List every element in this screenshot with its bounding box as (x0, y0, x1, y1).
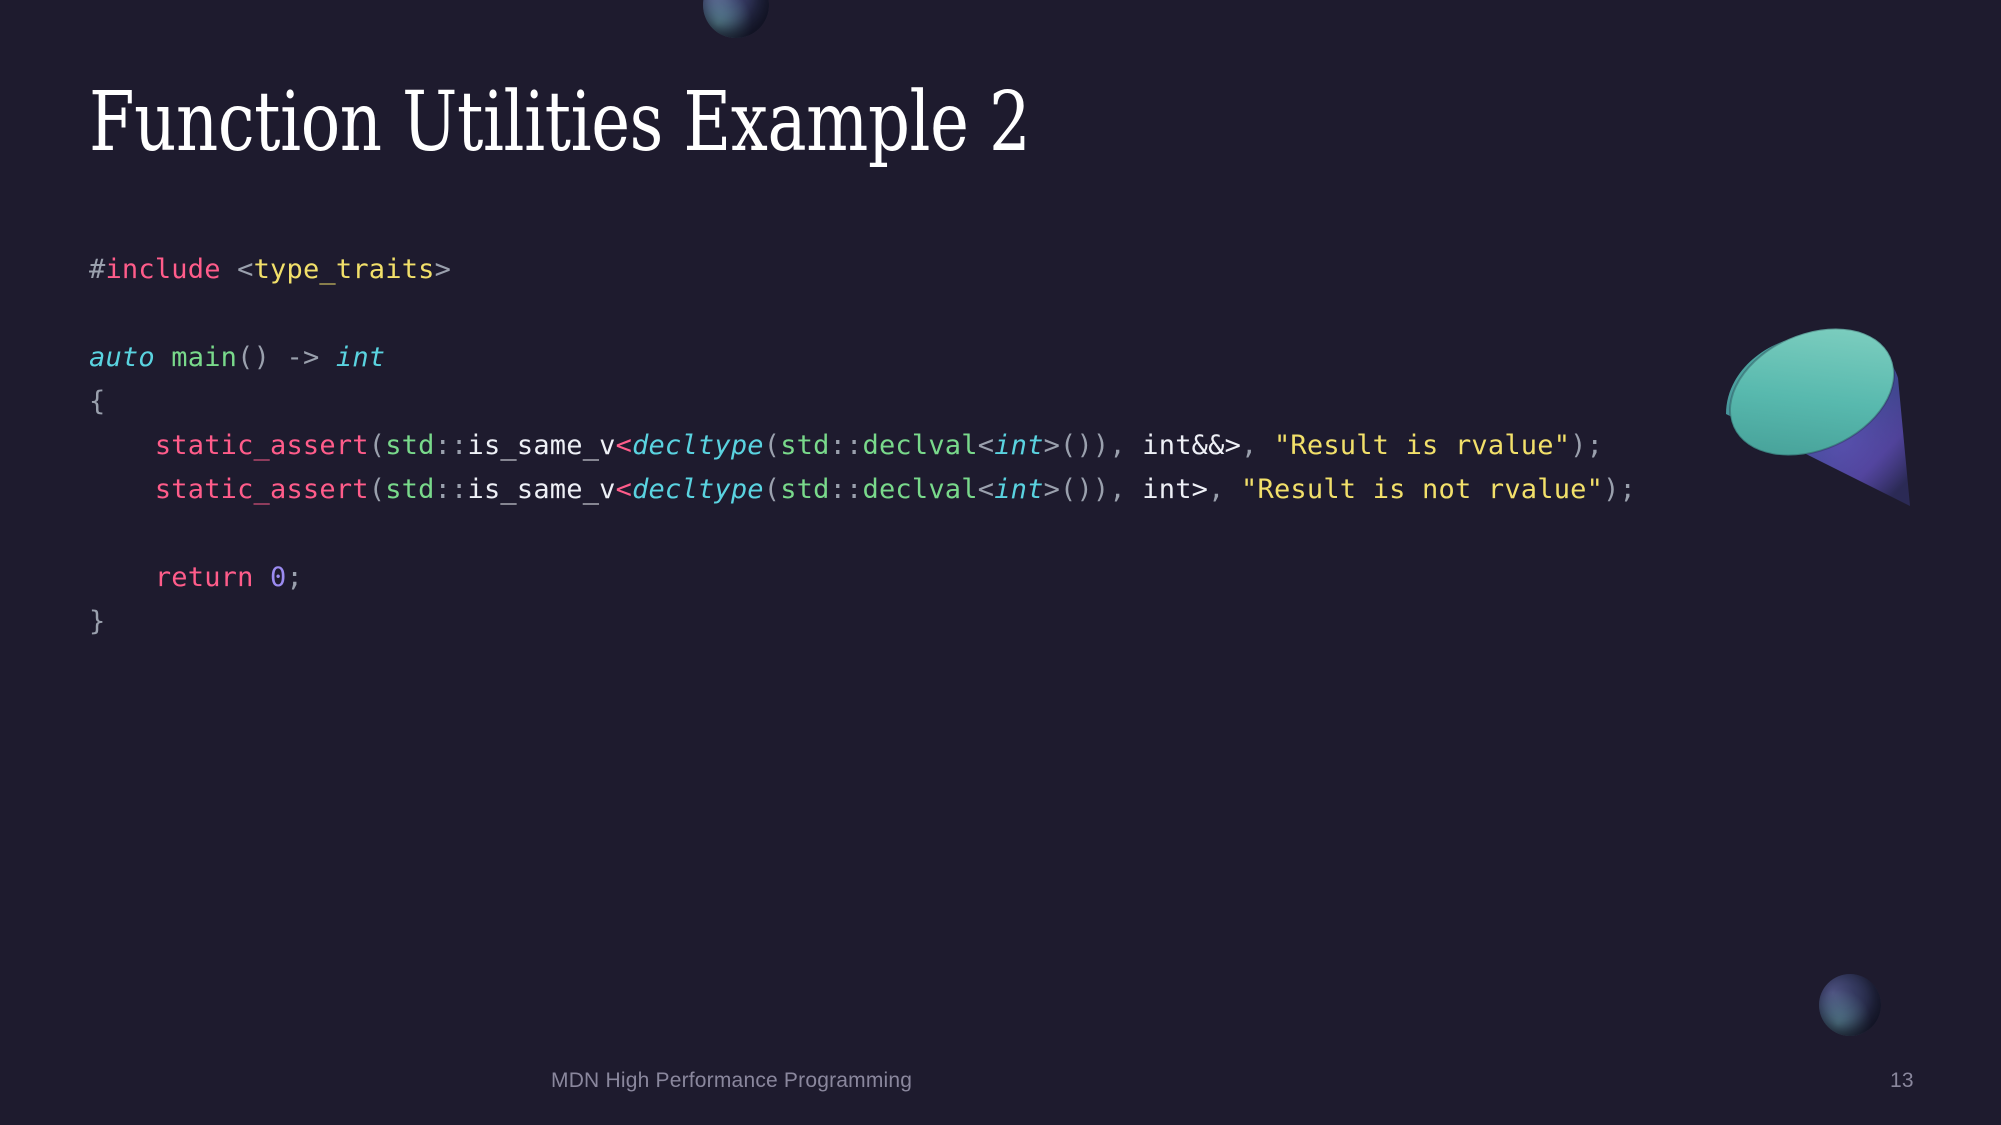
code-line: { (89, 380, 1636, 424)
code-token: # (89, 254, 106, 285)
sphere-decoration-top (703, 0, 769, 38)
code-token: ; (286, 562, 303, 593)
cone-decoration (1712, 318, 1922, 523)
code-token: type_traits (253, 254, 435, 285)
code-token: auto (89, 342, 155, 373)
code-token: ( (763, 430, 781, 461)
code-line: static_assert(std::is_same_v<decltype(st… (89, 424, 1636, 468)
code-token: int> (1142, 474, 1209, 505)
code-token: std (780, 430, 830, 461)
sphere-decoration-bottom (1819, 974, 1881, 1036)
code-token: ); (1570, 430, 1604, 461)
code-token: :: (829, 474, 863, 505)
code-token: main (171, 342, 238, 373)
slide-canvas: Function Utilities Example 2 #include <t… (0, 0, 2001, 1125)
code-token: < (977, 430, 995, 461)
code-token: ); (1603, 474, 1636, 505)
code-token: int (994, 430, 1044, 461)
code-token: :: (434, 474, 468, 505)
slide-title: Function Utilities Example 2 (89, 75, 1031, 170)
code-token: static_assert (154, 474, 369, 505)
code-token: decltype (632, 474, 764, 505)
footer-label: MDN High Performance Programming (551, 1069, 913, 1092)
code-token: > (434, 254, 452, 285)
code-line: auto main() -> int (89, 336, 1636, 380)
code-token: "Result is not rvalue" (1241, 474, 1604, 505)
code-token: int&&> (1142, 430, 1242, 461)
code-token: static_assert (154, 430, 369, 461)
code-token: declval (862, 430, 978, 461)
code-token: } (89, 606, 106, 637)
code-token: "Result is rvalue" (1273, 430, 1571, 461)
code-token: < (977, 474, 995, 505)
code-token: ( (763, 474, 781, 505)
code-token: { (89, 386, 106, 417)
code-token: std (385, 430, 435, 461)
code-token: std (780, 474, 830, 505)
code-token: < (220, 254, 254, 285)
code-token: < (615, 474, 633, 505)
code-line: static_assert(std::is_same_v<decltype(st… (89, 468, 1636, 512)
code-token: declval (862, 474, 978, 505)
code-line: #include <type_traits> (89, 248, 1636, 292)
code-token: , (1241, 430, 1274, 461)
code-token: decltype (632, 430, 764, 461)
code-token: is_same_v (467, 474, 616, 505)
code-token: include (105, 254, 221, 285)
page-number: 13 (1890, 1069, 1914, 1092)
code-token: :: (829, 430, 863, 461)
code-token: std (385, 474, 435, 505)
code-token: return (154, 562, 254, 593)
code-token: , (1208, 474, 1242, 505)
code-token: int (994, 474, 1044, 505)
code-token: ( (368, 430, 386, 461)
code-token: >()), (1043, 430, 1143, 461)
code-token: < (615, 430, 633, 461)
code-block: #include <type_traits> auto main() -> in… (89, 248, 1636, 644)
code-line: } (89, 600, 1636, 644)
code-token: int (335, 342, 386, 373)
code-token: is_same_v (467, 430, 616, 461)
code-token: 0 (270, 562, 287, 593)
code-token: ( (368, 474, 386, 505)
code-token: () -> (237, 342, 336, 373)
code-token: :: (434, 430, 468, 461)
code-token: >()), (1043, 474, 1143, 505)
code-line: return 0; (89, 556, 1636, 600)
